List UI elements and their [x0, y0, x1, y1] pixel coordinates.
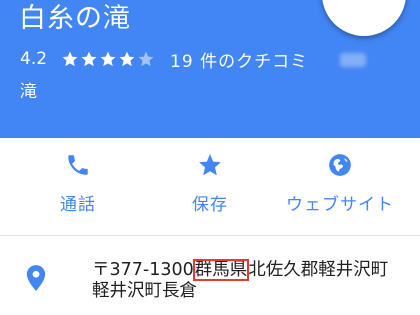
star-empty-icon — [138, 51, 154, 67]
highlighted-prefecture: 群馬県 — [192, 259, 250, 281]
star-icon — [195, 150, 225, 180]
rating-value: 4.2 — [20, 49, 48, 69]
website-label: ウェブサイト — [286, 195, 394, 215]
globe-icon — [325, 150, 355, 180]
save-label: 保存 — [192, 195, 228, 215]
action-bar: 通話 保存 ウェブサイト — [0, 138, 420, 235]
save-button[interactable]: 保存 — [140, 138, 280, 235]
call-label: 通話 — [60, 195, 96, 215]
phone-icon — [63, 150, 93, 180]
place-title: 白糸の滝 — [19, 3, 131, 34]
address-row[interactable]: 〒377-1300群馬県北佐久郡軽井沢町 軽井沢町長倉 — [0, 236, 420, 315]
directions-fab[interactable] — [322, 0, 406, 36]
blurred-text — [340, 53, 366, 67]
website-button[interactable]: ウェブサイト — [270, 138, 410, 235]
postal-code: 〒377-1300 — [92, 260, 194, 280]
star-icon — [100, 51, 116, 67]
location-pin-icon — [26, 265, 46, 291]
call-button[interactable]: 通話 — [8, 138, 148, 235]
star-icon — [81, 51, 97, 67]
star-icon — [62, 51, 78, 67]
address-rest: 北佐久郡軽井沢町 — [248, 260, 389, 280]
rating-stars — [61, 50, 156, 68]
star-icon — [119, 51, 135, 67]
place-header: 白糸の滝 4.2 19 件のクチコミ 滝 — [0, 0, 420, 138]
address-line-2: 軽井沢町長倉 — [92, 281, 197, 301]
rating-row: 4.2 19 件のクチコミ — [20, 46, 308, 72]
review-count-link[interactable]: 19 件のクチコミ — [170, 47, 308, 72]
place-category: 滝 — [20, 82, 37, 102]
